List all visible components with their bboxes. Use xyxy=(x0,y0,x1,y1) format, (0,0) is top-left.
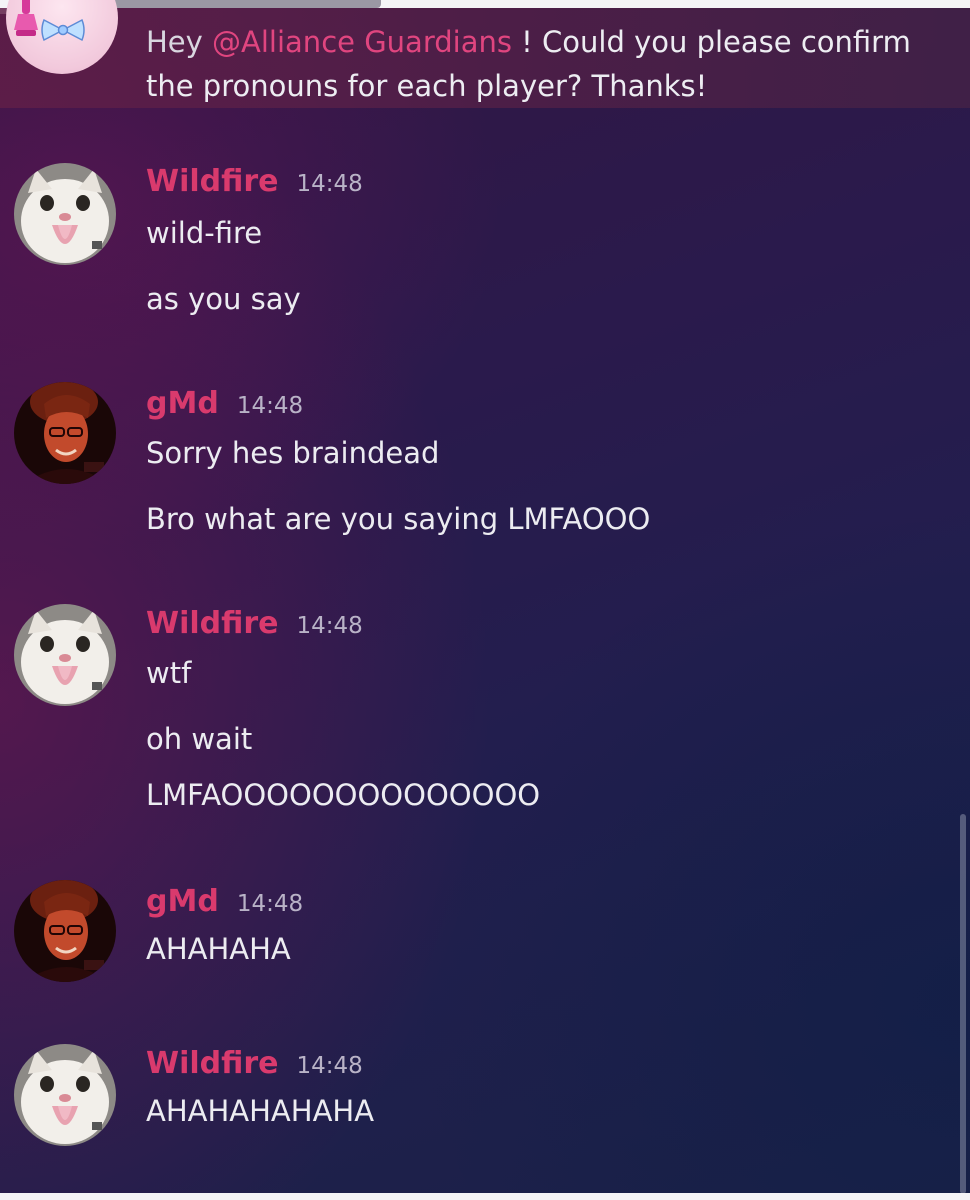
cat-avatar[interactable] xyxy=(14,163,116,265)
message-timestamp: 14:48 xyxy=(236,393,304,419)
ribbon-charm-icon xyxy=(14,0,38,36)
person-avatar[interactable] xyxy=(14,880,116,982)
person-photo-icon xyxy=(14,880,116,982)
highlighted-mention-message[interactable]: Hey @Alliance Guardians ! Could you plea… xyxy=(0,0,970,108)
role-mention[interactable]: @Alliance Guardians xyxy=(212,25,512,59)
message-timestamp: 14:48 xyxy=(236,891,304,917)
message-text: wtf xyxy=(146,656,192,690)
message-text: LMFAOOOOOOOOOOOOOO xyxy=(146,778,541,812)
person-photo-icon xyxy=(14,382,116,484)
cat-face-icon xyxy=(14,1044,116,1146)
message-timestamp: 14:48 xyxy=(296,613,363,639)
author-name[interactable]: Wildfire xyxy=(146,164,279,199)
message-timestamp: 14:48 xyxy=(296,1053,363,1079)
message-text: wild-fire xyxy=(146,216,263,250)
author-line: gMd 14:48 xyxy=(146,884,303,919)
context-line-1: Hey @Alliance Guardians ! Could you plea… xyxy=(146,20,911,64)
cat-avatar[interactable] xyxy=(14,604,116,706)
author-line: Wildfire 14:48 xyxy=(146,606,363,641)
author-name[interactable]: Wildfire xyxy=(146,606,279,641)
person-avatar[interactable] xyxy=(14,382,116,484)
author-name[interactable]: gMd xyxy=(146,386,219,421)
bottom-edge xyxy=(0,1193,970,1200)
scrollbar[interactable] xyxy=(960,814,966,1194)
author-line: gMd 14:48 xyxy=(146,386,303,421)
context-text-line2: the pronouns for each player? Thanks! xyxy=(146,69,708,103)
message-text: AHAHAHAHAHA xyxy=(146,1094,375,1128)
message-text: as you say xyxy=(146,282,301,316)
cat-avatar[interactable] xyxy=(14,1044,116,1146)
message-text: AHAHAHA xyxy=(146,932,291,966)
message-text: Sorry hes braindead xyxy=(146,436,440,470)
bow-icon xyxy=(41,18,85,42)
author-line: Wildfire 14:48 xyxy=(146,1046,363,1081)
context-text-line1: ! Could you please confirm xyxy=(511,25,911,59)
author-line: Wildfire 14:48 xyxy=(146,164,363,199)
message-text: Bro what are you saying LMFAOOO xyxy=(146,502,651,536)
message-timestamp: 14:48 xyxy=(296,171,363,197)
cat-face-icon xyxy=(14,163,116,265)
author-name[interactable]: gMd xyxy=(146,884,219,919)
bow-avatar[interactable] xyxy=(6,0,118,74)
context-greeting: Hey xyxy=(146,25,213,59)
message-text: oh wait xyxy=(146,722,253,756)
author-name[interactable]: Wildfire xyxy=(146,1046,279,1081)
cat-face-icon xyxy=(14,604,116,706)
